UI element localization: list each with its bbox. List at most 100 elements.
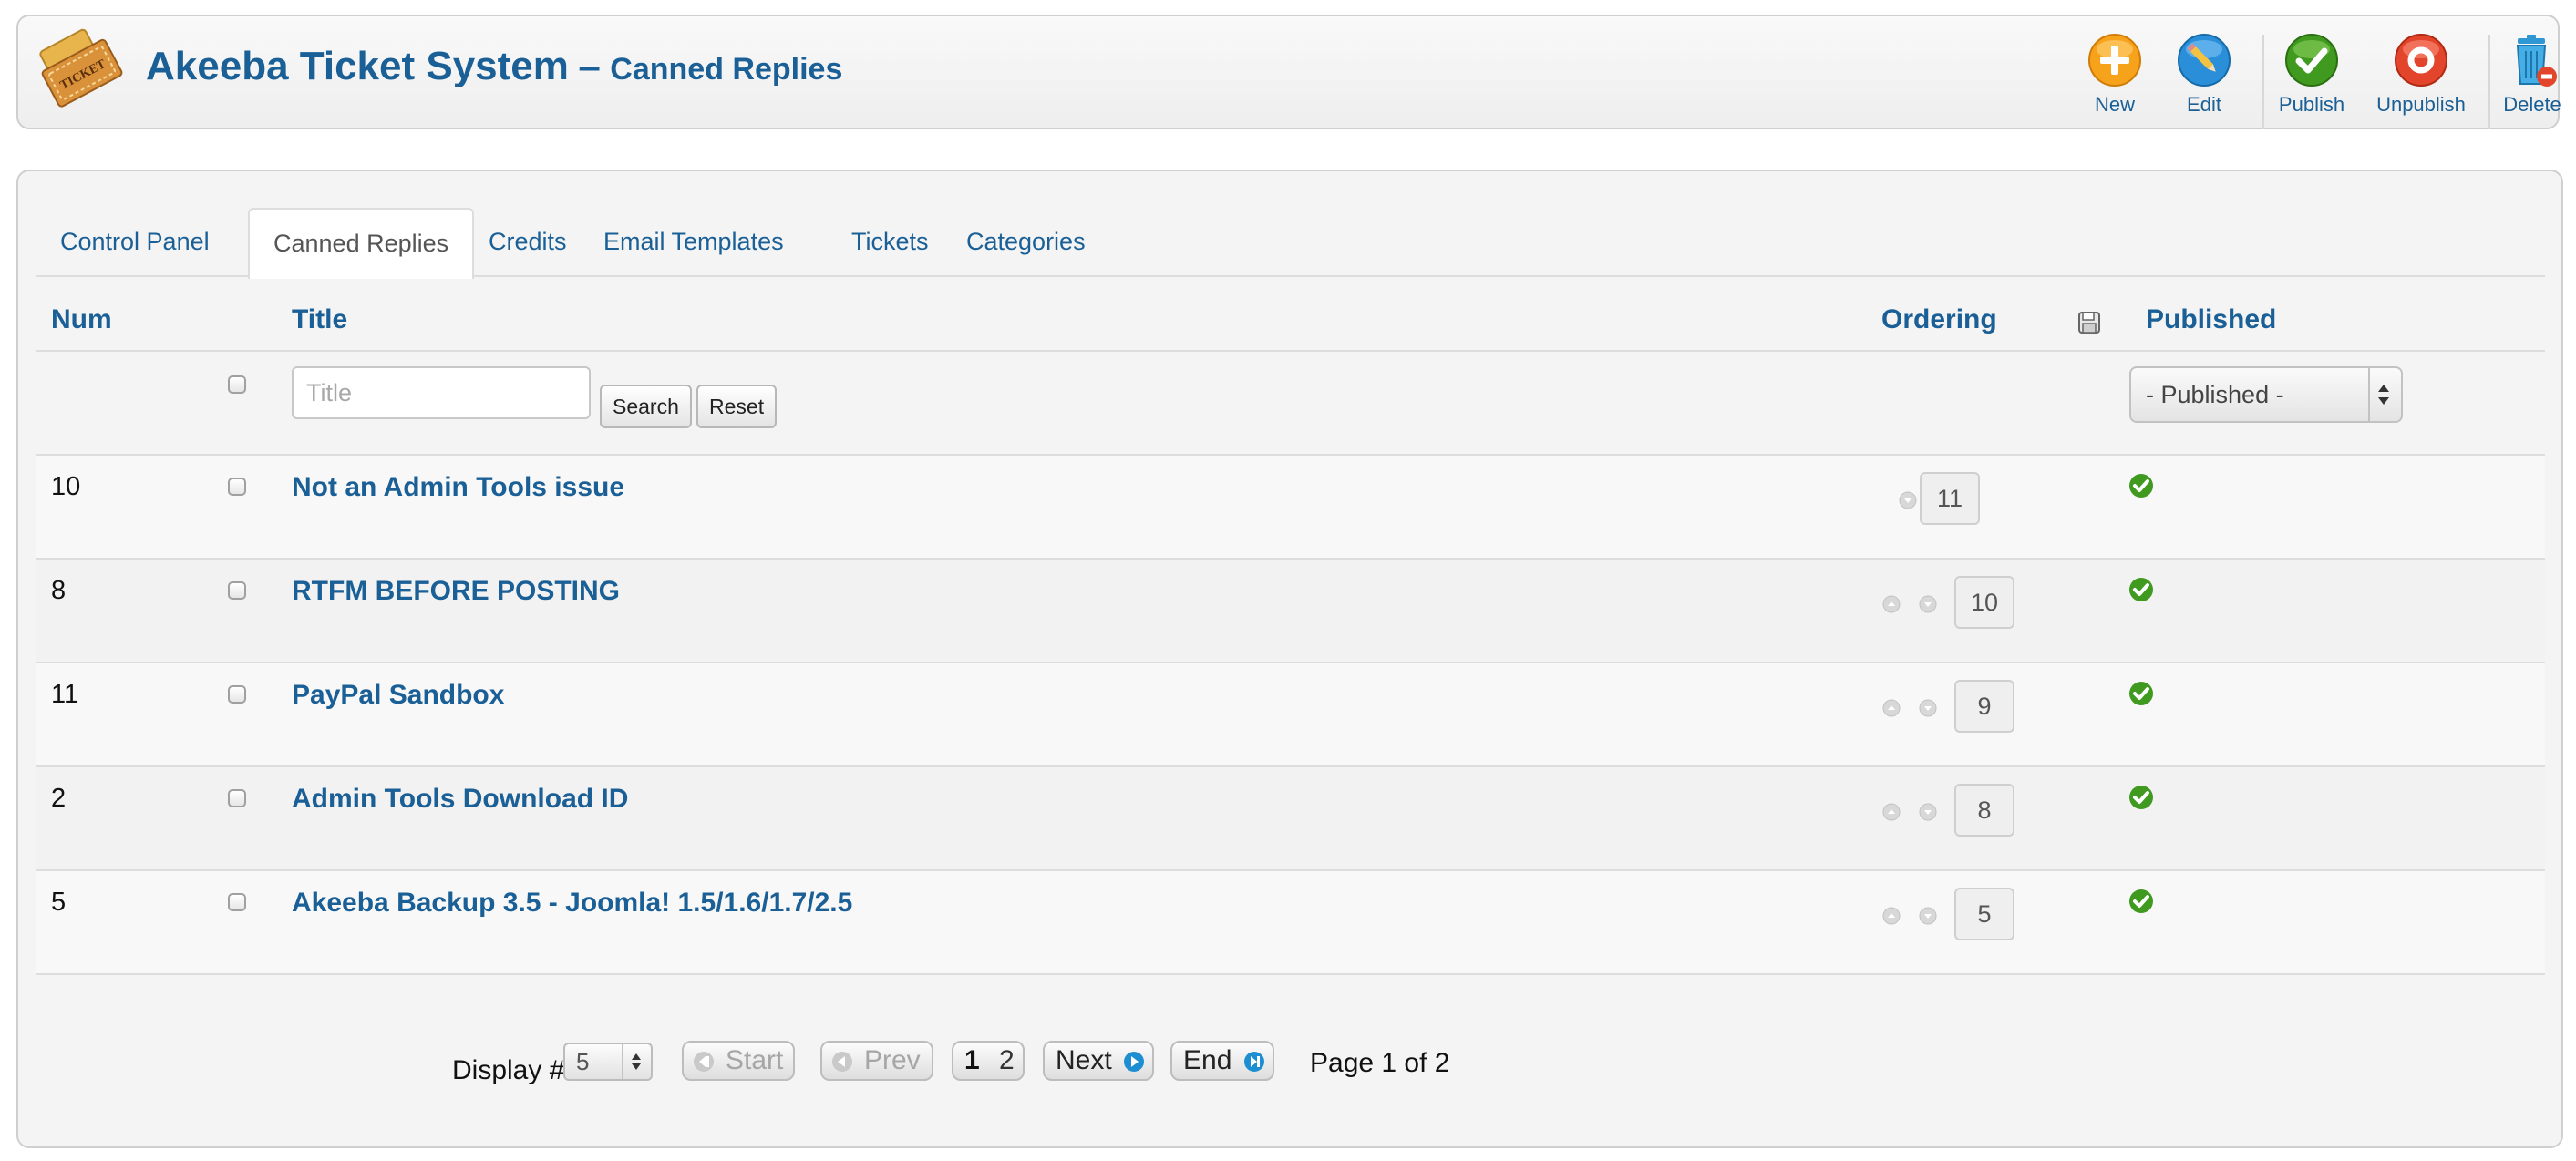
row-title-link[interactable]: Admin Tools Download ID bbox=[292, 784, 628, 815]
move-down-icon[interactable] bbox=[1918, 802, 1938, 822]
published-filter-value: - Published - bbox=[2146, 381, 2284, 408]
next-page-label: Next bbox=[1056, 1045, 1112, 1075]
select-divider bbox=[2368, 368, 2370, 421]
tab-email-templates[interactable]: Email Templates bbox=[580, 208, 808, 275]
tab-canned-replies[interactable]: Canned Replies bbox=[248, 208, 475, 279]
reset-button[interactable]: Reset bbox=[696, 385, 778, 428]
end-arrow-icon bbox=[1244, 1052, 1264, 1072]
column-header-num[interactable]: Num bbox=[51, 304, 112, 335]
row-num: 10 bbox=[51, 472, 81, 501]
search-button[interactable]: Search bbox=[600, 385, 692, 428]
start-page-label: Start bbox=[726, 1045, 784, 1075]
row-num: 8 bbox=[51, 576, 67, 605]
row-checkbox[interactable] bbox=[228, 893, 246, 911]
select-divider bbox=[622, 1044, 623, 1079]
start-page-button[interactable]: Start bbox=[682, 1041, 795, 1081]
row-title-link[interactable]: Akeeba Backup 3.5 - Joomla! 1.5/1.6/1.7/… bbox=[292, 888, 852, 919]
prev-page-label: Prev bbox=[864, 1045, 921, 1075]
prev-arrow-icon bbox=[832, 1052, 852, 1072]
unpublish-button-label: Unpublish bbox=[2376, 93, 2466, 116]
ordering-value[interactable]: 10 bbox=[1954, 576, 2014, 629]
move-up-icon[interactable] bbox=[1881, 594, 1901, 614]
table-row: 11 PayPal Sandbox 9 bbox=[36, 663, 2545, 765]
display-count-select[interactable]: 5 bbox=[563, 1043, 653, 1081]
published-check-icon[interactable] bbox=[2128, 888, 2155, 915]
view-title: Canned Replies bbox=[610, 52, 843, 87]
row-checkbox[interactable] bbox=[228, 581, 246, 600]
page-header: TICKET Akeeba Ticket System – Canned Rep… bbox=[16, 15, 2561, 129]
table-row: 5 Akeeba Backup 3.5 - Joomla! 1.5/1.6/1.… bbox=[36, 871, 2545, 973]
plus-icon bbox=[2088, 34, 2141, 87]
row-checkbox[interactable] bbox=[228, 789, 246, 807]
move-down-icon[interactable] bbox=[1918, 698, 1938, 718]
title-search-input[interactable] bbox=[292, 366, 591, 419]
tab-control-panel[interactable]: Control Panel bbox=[36, 208, 233, 275]
move-down-icon[interactable] bbox=[1898, 490, 1918, 510]
column-header-title[interactable]: Title bbox=[292, 304, 347, 335]
updown-arrows-icon bbox=[632, 1053, 641, 1070]
move-down-icon[interactable] bbox=[1918, 594, 1938, 614]
move-up-icon[interactable] bbox=[1881, 802, 1901, 822]
end-page-button[interactable]: End bbox=[1170, 1041, 1274, 1081]
unpublish-icon bbox=[2395, 34, 2447, 87]
delete-button[interactable]: Delete bbox=[2487, 31, 2576, 117]
row-title-link[interactable]: PayPal Sandbox bbox=[292, 680, 504, 711]
ordering-value[interactable]: 5 bbox=[1954, 888, 2014, 940]
save-order-icon[interactable] bbox=[2076, 310, 2102, 335]
display-count-label: Display # bbox=[452, 1055, 565, 1085]
display-count-value: 5 bbox=[576, 1048, 590, 1075]
pencil-icon bbox=[2178, 34, 2231, 87]
row-num: 2 bbox=[51, 784, 67, 813]
page-info: Page 1 of 2 bbox=[1310, 1048, 1450, 1078]
published-filter-select[interactable]: - Published - bbox=[2129, 366, 2403, 423]
table-row: 2 Admin Tools Download ID 8 bbox=[36, 767, 2545, 869]
table-row: 10 Not an Admin Tools issue 11 bbox=[36, 456, 2545, 558]
pagination: Display # 5 Start Prev 1 2 Next End Page… bbox=[18, 1037, 2561, 1092]
unpublish-button[interactable]: Unpublish bbox=[2365, 31, 2478, 117]
page-2-link[interactable]: 2 bbox=[999, 1043, 1015, 1079]
next-arrow-icon bbox=[1124, 1052, 1144, 1072]
ordering-value[interactable]: 8 bbox=[1954, 784, 2014, 837]
move-down-icon[interactable] bbox=[1918, 906, 1938, 926]
tab-tickets[interactable]: Tickets bbox=[828, 208, 953, 275]
row-checkbox[interactable] bbox=[228, 685, 246, 704]
table-row: 8 RTFM BEFORE POSTING 10 bbox=[36, 560, 2545, 662]
end-page-label: End bbox=[1183, 1045, 1232, 1075]
publish-button[interactable]: Publish bbox=[2257, 31, 2366, 117]
edit-button-label: Edit bbox=[2187, 93, 2221, 116]
page-1-current: 1 bbox=[964, 1045, 980, 1075]
trash-icon bbox=[2516, 35, 2557, 87]
row-divider bbox=[36, 973, 2545, 975]
published-check-icon[interactable] bbox=[2128, 680, 2155, 707]
toolbar: New Edit Publish Unpublish Delete bbox=[2060, 31, 2571, 129]
row-num: 11 bbox=[51, 680, 79, 709]
publish-button-label: Publish bbox=[2278, 93, 2345, 116]
row-title-link[interactable]: Not an Admin Tools issue bbox=[292, 472, 624, 503]
prev-page-button[interactable]: Prev bbox=[820, 1041, 933, 1081]
tab-categories[interactable]: Categories bbox=[943, 208, 1109, 275]
page-numbers: 1 2 bbox=[952, 1041, 1025, 1081]
published-check-icon[interactable] bbox=[2128, 472, 2155, 499]
app-title: Akeeba Ticket System bbox=[146, 44, 569, 88]
move-up-icon[interactable] bbox=[1881, 906, 1901, 926]
tab-credits[interactable]: Credits bbox=[465, 208, 591, 275]
checkmark-icon bbox=[2285, 34, 2338, 87]
main-panel: Control Panel Canned Replies Credits Ema… bbox=[16, 170, 2563, 1148]
updown-arrows-icon bbox=[2378, 385, 2389, 405]
select-all-checkbox[interactable] bbox=[228, 375, 246, 394]
title-separator: – bbox=[578, 44, 601, 88]
row-checkbox[interactable] bbox=[228, 478, 246, 496]
next-page-button[interactable]: Next bbox=[1043, 1041, 1154, 1081]
row-num: 5 bbox=[51, 888, 67, 917]
published-check-icon[interactable] bbox=[2128, 784, 2155, 811]
move-up-icon[interactable] bbox=[1881, 698, 1901, 718]
edit-button[interactable]: Edit bbox=[2149, 31, 2259, 117]
row-title-link[interactable]: RTFM BEFORE POSTING bbox=[292, 576, 620, 607]
column-header-ordering[interactable]: Ordering bbox=[1881, 304, 1997, 335]
ordering-value[interactable]: 11 bbox=[1920, 472, 1980, 525]
published-check-icon[interactable] bbox=[2128, 576, 2155, 603]
page-title: Akeeba Ticket System – Canned Replies bbox=[146, 44, 842, 89]
delete-button-label: Delete bbox=[2503, 93, 2561, 116]
ordering-value[interactable]: 9 bbox=[1954, 680, 2014, 733]
column-header-published[interactable]: Published bbox=[2146, 304, 2276, 335]
